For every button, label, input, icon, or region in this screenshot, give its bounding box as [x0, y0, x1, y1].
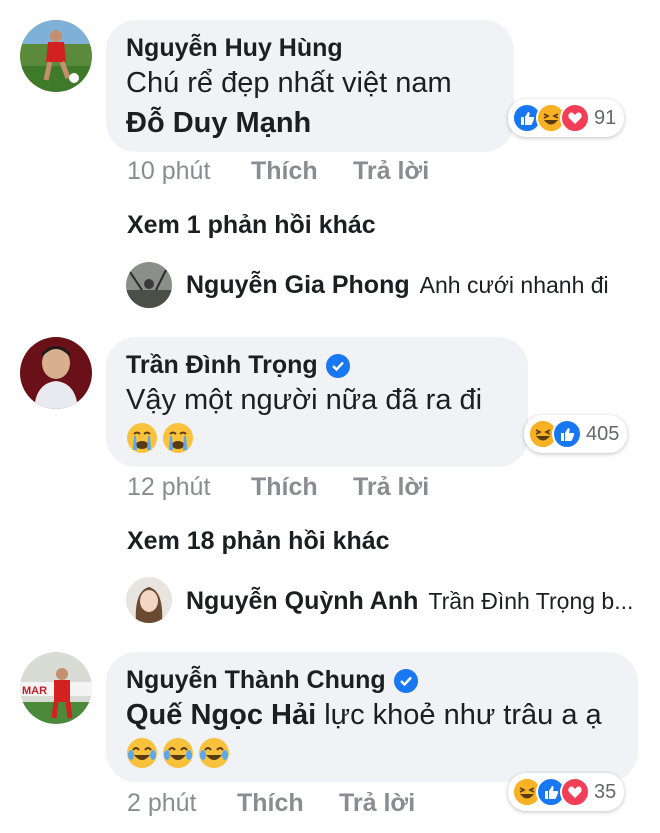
banner-text: MAR: [22, 685, 47, 697]
reply-author[interactable]: Nguyễn Gia Phong: [186, 271, 410, 300]
love-reaction-icon: [560, 777, 590, 807]
view-more-replies-link[interactable]: Xem 18 phản hồi khác: [127, 527, 390, 556]
reaction-summary[interactable]: 91: [508, 99, 625, 137]
reaction-count: 405: [586, 422, 620, 445]
reaction-count: 35: [594, 780, 617, 803]
emoji-row: [126, 737, 618, 769]
comment-actions: 12 phút Thích Trả lời: [127, 473, 429, 502]
verified-badge-icon: [325, 353, 350, 378]
like-button[interactable]: Thích: [251, 473, 353, 502]
avatar-nguyen-quynh-anh[interactable]: [126, 577, 172, 623]
comment-timestamp[interactable]: 10 phút: [127, 157, 251, 186]
avatar-nguyen-thanh-chung[interactable]: MAR: [20, 652, 92, 724]
reply-text: Anh cưới nhanh đi: [419, 272, 609, 298]
reply-button[interactable]: Trả lời: [353, 157, 429, 186]
comment-author[interactable]: Trần Đình Trọng: [126, 351, 508, 380]
reply-preview[interactable]: Nguyễn Gia Phong Anh cưới nhanh đi: [186, 271, 609, 300]
reaction-summary[interactable]: 405: [524, 415, 628, 453]
crying-face-icon: [163, 423, 193, 453]
comment-timestamp[interactable]: 2 phút: [127, 789, 237, 818]
comment-timestamp[interactable]: 12 phút: [127, 473, 251, 502]
verified-badge-icon: [393, 668, 418, 693]
comment-author[interactable]: Nguyễn Thành Chung: [126, 666, 618, 695]
comment-bubble[interactable]: Nguyễn Thành Chung Quế Ngọc Hải lực khoẻ…: [106, 652, 638, 782]
avatar-nguyen-gia-phong[interactable]: [126, 262, 172, 308]
comment-actions: 2 phút Thích Trả lời: [127, 789, 415, 818]
avatar-tran-dinh-trong[interactable]: [20, 337, 92, 409]
comment-bubble[interactable]: Nguyễn Huy Hùng Chú rể đẹp nhất việt nam…: [106, 20, 514, 152]
comment-actions: 10 phút Thích Trả lời: [127, 157, 429, 186]
reply-preview[interactable]: Nguyễn Quỳnh Anh Trần Đình Trọng b...: [186, 587, 633, 616]
emoji-row: [126, 422, 508, 454]
crying-face-icon: [127, 423, 157, 453]
like-reaction-icon: [552, 419, 582, 449]
tears-of-joy-icon: [127, 738, 157, 768]
like-button[interactable]: Thích: [251, 157, 353, 186]
like-button[interactable]: Thích: [237, 789, 339, 818]
tears-of-joy-icon: [163, 738, 193, 768]
reply-button[interactable]: Trả lời: [339, 789, 415, 818]
comment-text: Vậy một người nữa đã ra đi: [126, 384, 483, 416]
reaction-summary[interactable]: 35: [508, 773, 625, 811]
mentioned-user-link[interactable]: Đỗ Duy Mạnh: [126, 103, 494, 143]
comment-author[interactable]: Nguyễn Huy Hùng: [126, 34, 494, 63]
comment-bubble[interactable]: Trần Đình Trọng Vậy một người nữa đã ra …: [106, 337, 528, 467]
reply-button[interactable]: Trả lời: [353, 473, 429, 502]
mentioned-user-link[interactable]: Quế Ngọc Hải: [126, 699, 316, 731]
view-more-replies-link[interactable]: Xem 1 phản hồi khác: [127, 211, 376, 240]
reply-author[interactable]: Nguyễn Quỳnh Anh: [186, 587, 418, 616]
tears-of-joy-icon: [199, 738, 229, 768]
reply-text: Trần Đình Trọng b...: [428, 588, 634, 614]
comment-text: Quế Ngọc Hải lực khoẻ như trâu a ạ: [126, 699, 602, 731]
love-reaction-icon: [560, 103, 590, 133]
avatar-nguyen-huy-hung[interactable]: [20, 20, 92, 92]
reaction-count: 91: [594, 106, 617, 129]
comment-text: Chú rể đẹp nhất việt nam: [126, 67, 452, 99]
